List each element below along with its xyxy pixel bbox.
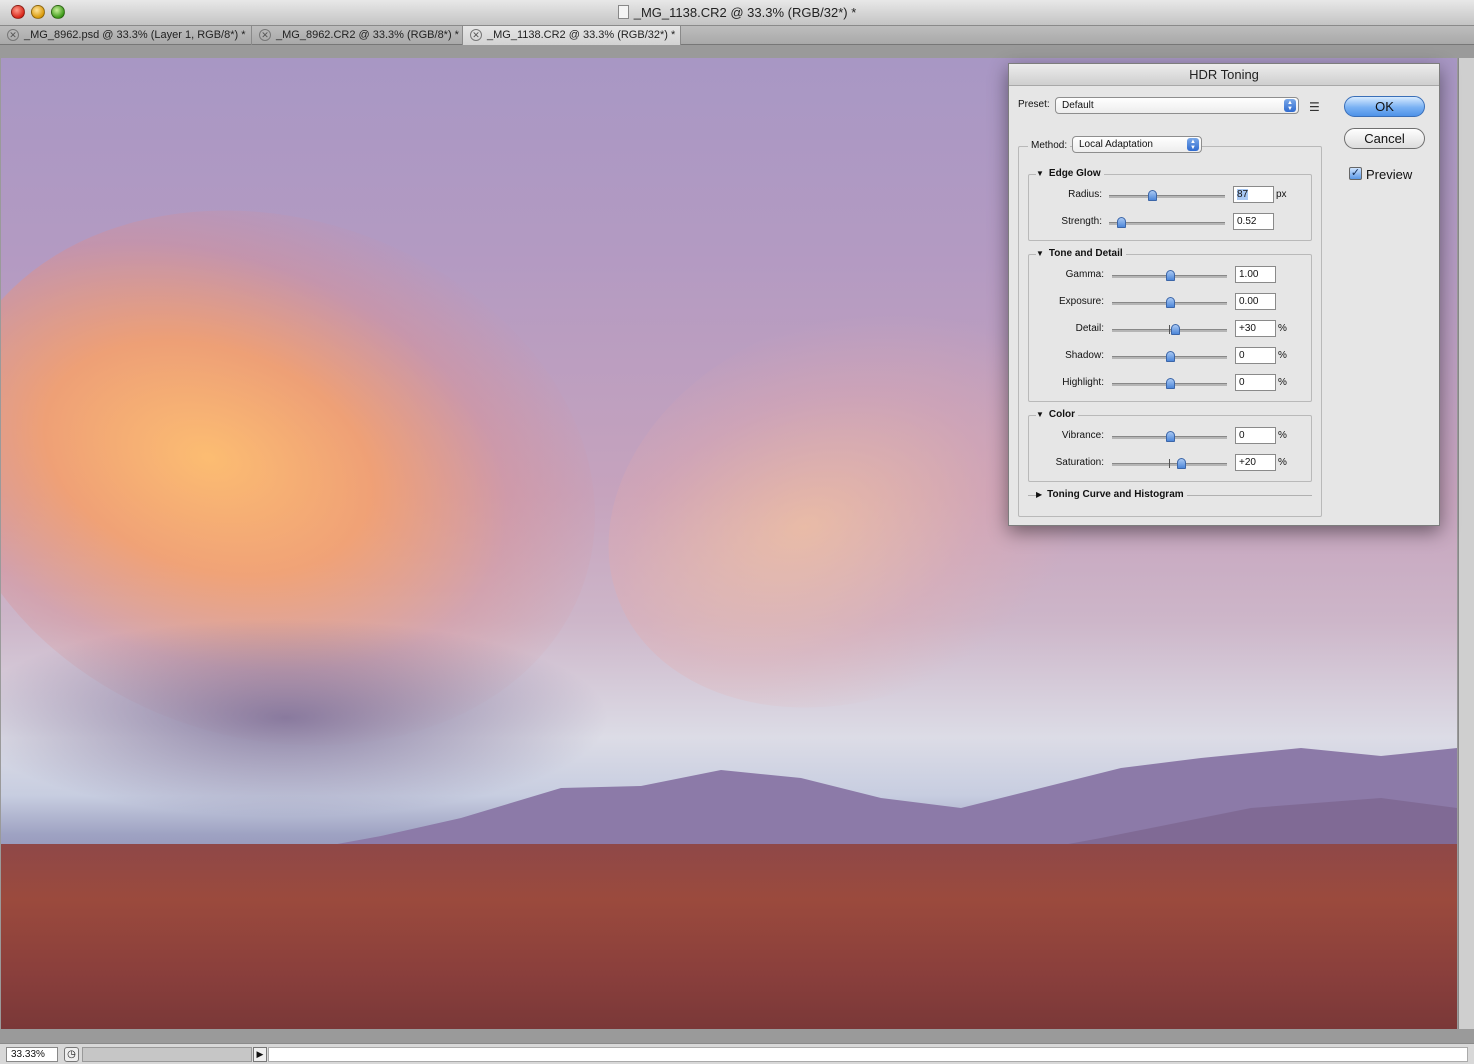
radius-input[interactable]: 87	[1233, 186, 1274, 203]
exposure-input[interactable]: 0.00	[1235, 293, 1276, 310]
strength-slider[interactable]	[1109, 217, 1225, 229]
vertical-scrollbar[interactable]	[1458, 58, 1474, 1029]
disclosure-triangle-collapsed-icon[interactable]: ▶	[1036, 490, 1042, 499]
slider-thumb[interactable]	[1177, 458, 1186, 469]
document-tab-bar: ✕ _MG_8962.psd @ 33.3% (Layer 1, RGB/8*)…	[0, 26, 1474, 45]
tab-close-icon[interactable]: ✕	[259, 29, 271, 41]
vibrance-unit: %	[1278, 430, 1287, 441]
tone-detail-header[interactable]: ▼ Tone and Detail	[1036, 248, 1126, 259]
disclosure-triangle-icon[interactable]: ▼	[1036, 249, 1044, 258]
highlight-label: Highlight:	[1062, 377, 1104, 388]
select-stepper-icon: ▲ ▼	[1187, 138, 1199, 151]
tone-detail-title: Tone and Detail	[1048, 248, 1123, 259]
strength-input[interactable]: 0.52	[1233, 213, 1274, 230]
slider-thumb[interactable]	[1165, 351, 1175, 362]
slider-track	[1109, 195, 1225, 198]
dialog-title: HDR Toning	[1009, 64, 1439, 86]
edge-glow-group	[1028, 174, 1312, 241]
detail-unit: %	[1278, 323, 1287, 334]
slider-default-tick	[1169, 325, 1170, 334]
status-info-area	[82, 1047, 252, 1062]
vibrance-slider[interactable]	[1112, 431, 1227, 443]
slider-thumb[interactable]	[1165, 270, 1175, 281]
window-title: _MG_1138.CR2 @ 33.3% (RGB/32*) *	[0, 5, 1474, 20]
saturation-input[interactable]: +20	[1235, 454, 1276, 471]
tab-mg-8962-psd[interactable]: ✕ _MG_8962.psd @ 33.3% (Layer 1, RGB/8*)…	[0, 26, 252, 45]
shadow-slider[interactable]	[1112, 351, 1227, 363]
select-stepper-icon: ▲ ▼	[1284, 99, 1296, 112]
gamma-input[interactable]: 1.00	[1235, 266, 1276, 283]
method-label: Method:	[1028, 140, 1071, 151]
document-icon	[617, 5, 629, 19]
detail-input[interactable]: +30	[1235, 320, 1276, 337]
saturation-label: Saturation:	[1055, 457, 1104, 468]
status-menu-arrow-icon[interactable]: ▶	[253, 1047, 267, 1062]
toning-curve-header[interactable]: ▶ Toning Curve and Histogram	[1036, 489, 1187, 500]
method-value: Local Adaptation	[1079, 139, 1153, 150]
preview-checkbox[interactable]: ✓	[1349, 167, 1362, 180]
tab-label: _MG_8962.psd @ 33.3% (Layer 1, RGB/8*) *	[24, 29, 246, 41]
detail-slider[interactable]	[1112, 324, 1227, 336]
preset-value: Default	[1062, 100, 1094, 111]
preset-select[interactable]: Default ▲ ▼	[1055, 97, 1299, 114]
hdr-toning-dialog: HDR Toning Preset: Default ▲ ▼ ☰ OK Cance…	[1008, 63, 1440, 526]
slider-thumb[interactable]	[1165, 378, 1175, 389]
disclosure-triangle-icon[interactable]: ▼	[1036, 410, 1044, 419]
gamma-label: Gamma:	[1065, 269, 1104, 280]
tab-close-icon[interactable]: ✕	[7, 29, 19, 41]
slider-thumb[interactable]	[1147, 190, 1157, 201]
radius-label: Radius:	[1068, 189, 1102, 200]
tab-mg-8962-cr2[interactable]: ✕ _MG_8962.CR2 @ 33.3% (RGB/8*) *	[252, 26, 463, 45]
color-title: Color	[1048, 409, 1076, 420]
document-info-icon[interactable]: ◷	[64, 1047, 79, 1062]
tab-label: _MG_1138.CR2 @ 33.3% (RGB/32*) *	[487, 29, 676, 41]
radius-slider[interactable]	[1109, 190, 1225, 202]
color-group	[1028, 415, 1312, 482]
strength-label: Strength:	[1061, 216, 1102, 227]
shadow-input[interactable]: 0	[1235, 347, 1276, 364]
preview-label[interactable]: Preview	[1366, 167, 1412, 182]
edge-glow-title: Edge Glow	[1048, 168, 1101, 179]
saturation-slider[interactable]	[1112, 458, 1227, 470]
slider-thumb[interactable]	[1116, 217, 1126, 228]
radius-unit: px	[1276, 189, 1287, 200]
tab-label: _MG_8962.CR2 @ 33.3% (RGB/8*) *	[276, 29, 459, 41]
zoom-level-field[interactable]: 33.33%	[6, 1047, 58, 1062]
toning-curve-title: Toning Curve and Histogram	[1047, 489, 1184, 500]
preset-label: Preset:	[1018, 99, 1050, 110]
slider-track	[1109, 222, 1225, 225]
detail-label: Detail:	[1075, 323, 1104, 334]
photo-desert-ground	[1, 844, 1457, 1029]
color-header[interactable]: ▼ Color	[1036, 409, 1079, 420]
saturation-unit: %	[1278, 457, 1287, 468]
edge-glow-header[interactable]: ▼ Edge Glow	[1036, 168, 1104, 179]
slider-thumb[interactable]	[1165, 297, 1175, 308]
exposure-slider[interactable]	[1112, 297, 1227, 309]
cancel-button[interactable]: Cancel	[1344, 128, 1425, 149]
ok-button[interactable]: OK	[1344, 96, 1425, 117]
tab-close-icon[interactable]: ✕	[470, 29, 482, 41]
shadow-unit: %	[1278, 350, 1287, 361]
highlight-unit: %	[1278, 377, 1287, 388]
tab-mg-1138-cr2[interactable]: ✕ _MG_1138.CR2 @ 33.3% (RGB/32*) *	[463, 26, 681, 45]
vibrance-input[interactable]: 0	[1235, 427, 1276, 444]
exposure-label: Exposure:	[1058, 296, 1104, 307]
slider-thumb[interactable]	[1165, 431, 1175, 442]
method-select[interactable]: Local Adaptation ▲ ▼	[1072, 136, 1202, 153]
shadow-label: Shadow:	[1065, 350, 1104, 361]
status-bar: 33.33% ◷ ▶	[0, 1043, 1474, 1064]
highlight-input[interactable]: 0	[1235, 374, 1276, 391]
horizontal-scrollbar[interactable]	[268, 1047, 1468, 1062]
slider-default-tick	[1169, 459, 1170, 468]
window-titlebar: _MG_1138.CR2 @ 33.3% (RGB/32*) *	[0, 0, 1474, 26]
gamma-slider[interactable]	[1112, 270, 1227, 282]
radius-value: 87	[1237, 189, 1249, 200]
window-title-text: _MG_1138.CR2 @ 33.3% (RGB/32*) *	[633, 5, 857, 20]
slider-thumb[interactable]	[1171, 324, 1181, 335]
disclosure-triangle-icon[interactable]: ▼	[1036, 169, 1044, 178]
highlight-slider[interactable]	[1112, 378, 1227, 390]
vibrance-label: Vibrance:	[1061, 430, 1104, 441]
preset-options-icon[interactable]: ☰	[1309, 100, 1320, 114]
